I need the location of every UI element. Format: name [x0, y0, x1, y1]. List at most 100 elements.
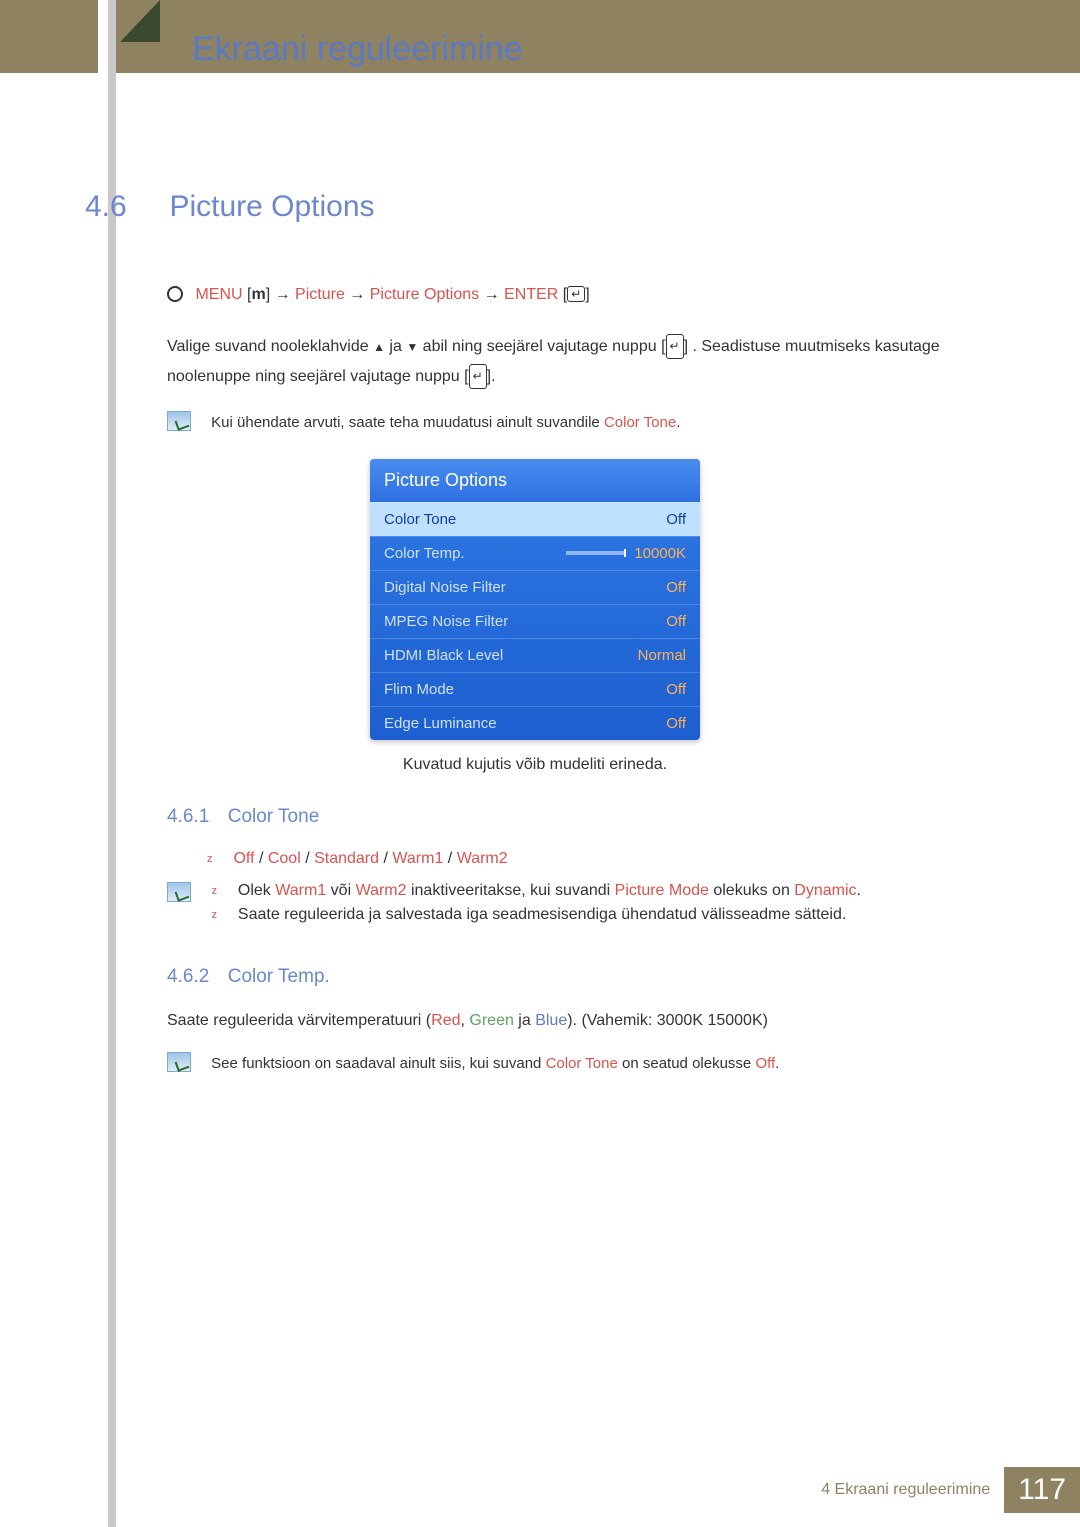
opt-standard: Standard — [314, 850, 379, 867]
sep-2: / — [301, 850, 314, 867]
section-heading: 4.6 Picture Options — [85, 190, 985, 224]
note2-line1: z Olek Warm1 või Warm2 inaktiveeritakse,… — [211, 882, 971, 900]
intro-text-5: . — [491, 368, 495, 385]
note-1: Kui ühendate arvuti, saate teha muudatus… — [167, 411, 985, 431]
n1i: . — [857, 882, 861, 899]
osd-row-digital-noise[interactable]: Digital Noise Filter Off — [370, 570, 700, 604]
arrow-2: → — [349, 286, 365, 303]
note-icon — [167, 411, 191, 431]
up-arrow-icon — [373, 338, 385, 355]
ct-pa: Saate reguleerida värvitemperatuuri ( — [167, 1012, 431, 1029]
n1g: olekuks on — [709, 882, 794, 899]
ct-green: Green — [469, 1012, 513, 1029]
osd-row-edge-luminance[interactable]: Edge Luminance Off — [370, 706, 700, 740]
osd-value: Off — [666, 579, 686, 596]
bullet-z-icon: z — [207, 853, 229, 865]
page-number: 117 — [1004, 1467, 1080, 1513]
osd-value: Off — [666, 511, 686, 528]
intro-text-3: abil ning seejärel vajutage nuppu — [423, 338, 657, 355]
nav-enter: ENTER — [504, 286, 563, 303]
enter-icon-2: ↵ — [666, 334, 684, 359]
note1-color-tone: Color Tone — [604, 414, 676, 431]
opt-off: Off — [233, 850, 254, 867]
osd-caption: Kuvatud kujutis võib mudeliti erineda. — [85, 756, 985, 774]
osd-label: Color Temp. — [384, 545, 465, 562]
ct-c2: ja — [514, 1012, 535, 1029]
sep-1: / — [255, 850, 268, 867]
arrow-1: → — [275, 286, 291, 303]
ct-red: Red — [431, 1012, 460, 1029]
osd-value: 10000K — [634, 545, 686, 562]
note1-text-a: Kui ühendate arvuti, saate teha muudatus… — [211, 414, 600, 431]
note-icon — [167, 1052, 191, 1072]
osd-row-mpeg-noise[interactable]: MPEG Noise Filter Off — [370, 604, 700, 638]
note-2: z Olek Warm1 või Warm2 inaktiveeritakse,… — [167, 882, 985, 924]
color-temp-paragraph: Saate reguleerida värvitemperatuuri (Red… — [167, 1012, 985, 1030]
enter-icon: ↵ — [567, 286, 585, 302]
ct-pb: ). (Vahemik: 3000K 15000K) — [567, 1012, 768, 1029]
subsec-title: Color Temp. — [228, 966, 330, 987]
osd-row-film-mode[interactable]: Flim Mode Off — [370, 672, 700, 706]
n3b: Color Tone — [546, 1055, 618, 1072]
header-band-left — [0, 0, 98, 73]
n1b: Warm1 — [275, 882, 326, 899]
osd-label: Flim Mode — [384, 681, 454, 698]
osd-panel: Picture Options Color Tone Off Color Tem… — [370, 459, 700, 740]
nav-picture-text: Picture — [295, 286, 345, 303]
nav-enter-text: ENTER — [504, 286, 558, 303]
page-footer: 4 Ekraani reguleerimine 117 — [821, 1467, 1080, 1513]
nav-menu: MENU — [195, 286, 242, 303]
osd-value: Off — [666, 613, 686, 630]
osd-value: Off — [666, 681, 686, 698]
osd-value: Normal — [638, 647, 686, 664]
chapter-title: Ekraani reguleerimine — [192, 30, 523, 69]
osd-label: Digital Noise Filter — [384, 579, 506, 596]
section-title: Picture Options — [169, 190, 374, 224]
n3a: See funktsioon on saadaval ainult siis, … — [211, 1055, 541, 1072]
n1d: Warm2 — [356, 882, 407, 899]
opt-warm2: Warm2 — [457, 850, 508, 867]
note2-lines: z Olek Warm1 või Warm2 inaktiveeritakse,… — [211, 882, 971, 924]
note2-line2: z Saate reguleerida ja salvestada iga se… — [211, 906, 971, 924]
osd-label: HDMI Black Level — [384, 647, 503, 664]
osd-value: Off — [666, 715, 686, 732]
opt-cool: Cool — [268, 850, 301, 867]
note-icon — [167, 882, 191, 902]
bullet-circle-icon — [167, 286, 183, 302]
subsection-color-tone: 4.6.1 Color Tone — [167, 806, 985, 828]
note-3: See funktsioon on saadaval ainult siis, … — [167, 1052, 985, 1072]
n1c: või — [326, 882, 355, 899]
sep-4: / — [443, 850, 456, 867]
section-number: 4.6 — [85, 190, 165, 224]
intro-text-1: Valige suvand nooleklahvide — [167, 338, 369, 355]
note1-text-c: . — [676, 414, 680, 431]
subsec-num: 4.6.1 — [167, 806, 209, 827]
osd-title: Picture Options — [370, 459, 700, 502]
n3c: on seatud olekusse — [618, 1055, 756, 1072]
n3d: Off — [755, 1055, 775, 1072]
nav-enter-bracket-close: ] — [585, 286, 589, 303]
subsection-color-temp: 4.6.2 Color Temp. — [167, 966, 985, 988]
osd-row-color-temp[interactable]: Color Temp. 10000K — [370, 536, 700, 570]
n1a: Olek — [238, 882, 275, 899]
nav-picture: Picture — [295, 286, 349, 303]
arrow-3: → — [484, 286, 500, 303]
n3e: . — [775, 1055, 779, 1072]
bullet-z-icon: z — [211, 909, 233, 921]
color-tone-options: z Off / Cool / Standard / Warm1 / Warm2 — [207, 850, 985, 868]
osd-row-hdmi-black[interactable]: HDMI Black Level Normal — [370, 638, 700, 672]
subsec-num: 4.6.2 — [167, 966, 209, 987]
page-content: 4.6 Picture Options MENU [m] → Picture →… — [85, 190, 985, 1072]
osd-row-color-tone[interactable]: Color Tone Off — [370, 502, 700, 536]
intro-paragraph: Valige suvand nooleklahvide ja abil ning… — [167, 332, 985, 393]
bullet-z-icon: z — [211, 885, 233, 897]
sep-3: / — [379, 850, 392, 867]
nav-picture-options: Picture Options — [370, 286, 484, 303]
osd-label: Color Tone — [384, 511, 456, 528]
n1e: inaktiveeritakse, kui suvandi — [407, 882, 611, 899]
intro-text-2: ja — [389, 338, 401, 355]
enter-icon-3: ↵ — [469, 364, 487, 389]
nav-bracket-close: ] — [266, 286, 275, 303]
n1f: Picture Mode — [615, 882, 709, 899]
ct-blue: Blue — [535, 1012, 567, 1029]
